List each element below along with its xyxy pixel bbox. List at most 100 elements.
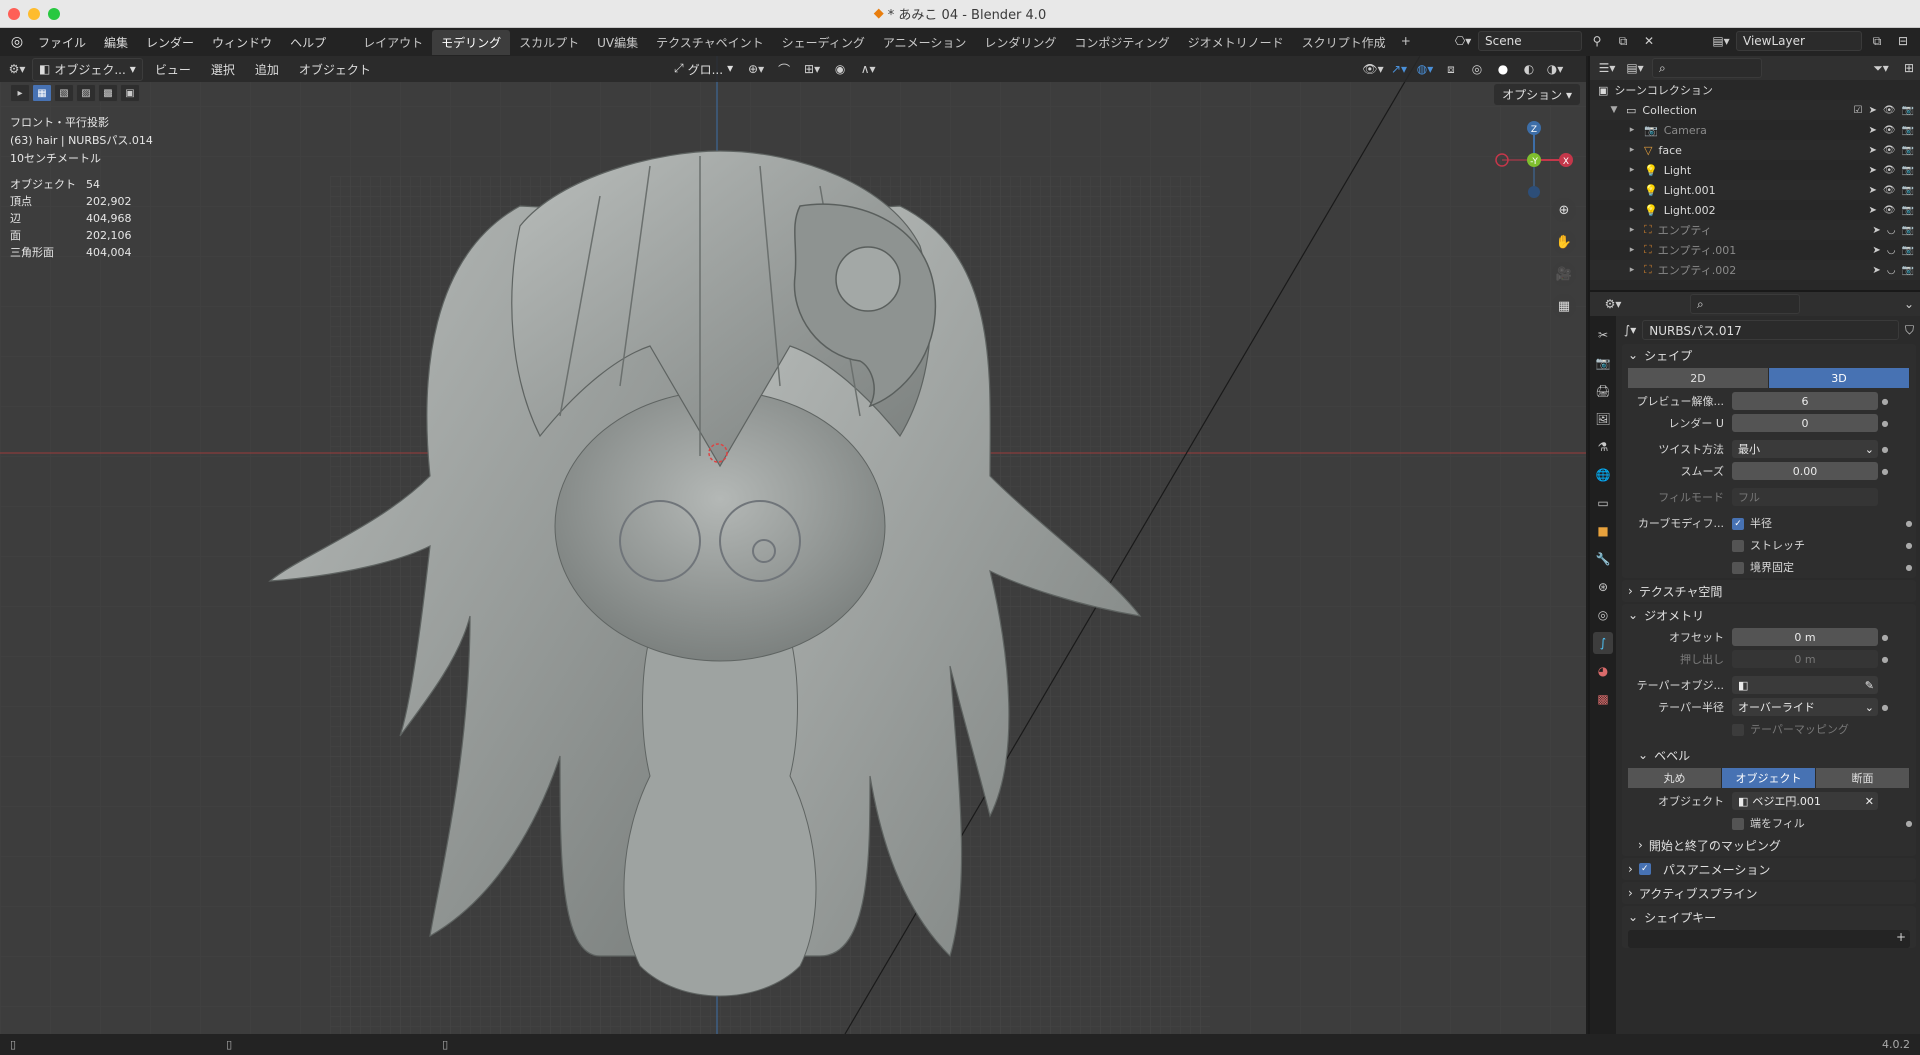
bevel-section-header[interactable]: ⌄ ベベル xyxy=(1622,744,1916,766)
stretch-checkbox[interactable]: ストレッチ xyxy=(1732,537,1805,553)
delete-view-layer-icon[interactable]: ⊟ xyxy=(1892,31,1914,51)
select-subtract-icon[interactable]: ▨ xyxy=(76,84,96,102)
render-icon[interactable]: 📷 xyxy=(1902,265,1914,276)
gizmo-icon[interactable]: ↗▾ xyxy=(1388,59,1410,79)
delete-scene-icon[interactable]: ✕ xyxy=(1638,31,1660,51)
tab-sculpting[interactable]: スカルプト xyxy=(510,30,588,55)
keyframe-dot-icon[interactable]: ● xyxy=(1878,397,1892,406)
falloff-icon[interactable]: ∧▾ xyxy=(857,59,879,79)
keyframe-dot-icon[interactable]: ● xyxy=(1902,563,1916,572)
render-icon[interactable]: 📷 xyxy=(1902,245,1914,256)
eye-icon[interactable]: 👁 xyxy=(1883,125,1896,136)
tab-animation[interactable]: アニメーション xyxy=(874,30,976,55)
collapse-triangle-icon[interactable]: ▸ xyxy=(1626,245,1638,255)
render-tab-icon[interactable]: 📷 xyxy=(1593,352,1613,374)
tool-tab-icon[interactable]: ✂ xyxy=(1593,324,1613,346)
physics-tab-icon[interactable]: ◎ xyxy=(1593,604,1613,626)
smooth-field[interactable]: 0.00 xyxy=(1732,462,1878,480)
data-name-field[interactable]: NURBSパス.017 xyxy=(1642,320,1899,340)
dim-2d-button[interactable]: 2D xyxy=(1628,368,1769,388)
taper-mapping-checkbox[interactable]: テーパーマッピング xyxy=(1732,721,1849,737)
texture-space-header[interactable]: › テクスチャ空間 xyxy=(1622,580,1916,602)
world-tab-icon[interactable]: 🌐 xyxy=(1593,464,1613,486)
render-icon[interactable]: 📷 xyxy=(1902,205,1914,216)
eyedropper-icon[interactable]: ✎ xyxy=(1865,679,1874,692)
outliner-item-face[interactable]: ▸ ▽ face ➤ 👁 📷 xyxy=(1590,140,1920,160)
properties-editor-icon[interactable]: ⚙▾ xyxy=(1602,294,1624,314)
tab-layout[interactable]: レイアウト xyxy=(354,30,432,55)
bevel-object-field[interactable]: ◧ ベジエ円.001 ✕ xyxy=(1732,792,1878,810)
new-collection-icon[interactable]: ⊞ xyxy=(1898,58,1920,78)
bounds-clamp-checkbox[interactable]: 境界固定 xyxy=(1732,559,1794,575)
geometry-section-header[interactable]: ⌄ ジオメトリ xyxy=(1622,604,1916,626)
keyframe-dot-icon[interactable]: ● xyxy=(1878,655,1892,664)
new-scene-icon[interactable]: ⧉ xyxy=(1612,31,1634,51)
view-layer-icon[interactable]: ▤▾ xyxy=(1710,31,1732,51)
tab-scripting[interactable]: スクリプト作成 xyxy=(1293,30,1395,55)
offset-field[interactable]: 0 m xyxy=(1732,628,1878,646)
shape-keys-header[interactable]: ⌄ シェイプキー xyxy=(1622,906,1916,928)
material-shading-icon[interactable]: ◐ xyxy=(1518,59,1540,79)
collapse-triangle-icon[interactable]: ▸ xyxy=(1626,225,1638,235)
object-tab-icon[interactable]: ■ xyxy=(1593,520,1613,542)
overlay-icon[interactable]: ◍▾ xyxy=(1414,59,1436,79)
tab-uv-editing[interactable]: UV編集 xyxy=(588,30,647,55)
add-icon[interactable]: + xyxy=(1896,930,1906,944)
menu-window[interactable]: ウィンドウ xyxy=(204,31,280,54)
snap-target-icon[interactable]: ⊞▾ xyxy=(801,59,823,79)
output-tab-icon[interactable]: 🖨 xyxy=(1593,380,1613,402)
pan-hand-icon[interactable]: ✋ xyxy=(1552,230,1576,254)
checkbox-checked-icon[interactable]: ✓ xyxy=(1638,863,1651,875)
fill-caps-checkbox[interactable]: 端をフィル xyxy=(1732,815,1805,831)
twist-method-select[interactable]: 最小 ⌄ xyxy=(1732,440,1878,458)
bevel-object-button[interactable]: オブジェクト xyxy=(1722,768,1816,788)
eye-icon[interactable]: 👁 xyxy=(1883,105,1896,116)
pivot-icon[interactable]: ⊕▾ xyxy=(745,59,767,79)
outliner-item-light-001[interactable]: ▸ 💡 Light.001 ➤ 👁 📷 xyxy=(1590,180,1920,200)
visibility-icon[interactable]: 👁▾ xyxy=(1362,59,1384,79)
tab-rendering[interactable]: レンダリング xyxy=(975,30,1065,55)
scene-name-field[interactable]: Scene xyxy=(1478,31,1582,51)
navigation-gizmo[interactable]: Z X -Y xyxy=(1494,120,1574,200)
select-icon[interactable]: ➤ xyxy=(1868,145,1876,156)
radius-checkbox[interactable]: ✓ 半径 xyxy=(1732,515,1772,531)
select-icon[interactable]: ➤ xyxy=(1872,225,1880,236)
wireframe-shading-icon[interactable]: ◎ xyxy=(1466,59,1488,79)
mode-dropdown[interactable]: ◧ オブジェク... ▾ xyxy=(32,57,143,81)
path-animation-header[interactable]: › ✓ パスアニメーション xyxy=(1622,858,1916,880)
ortho-grid-icon[interactable]: ▦ xyxy=(1552,294,1576,318)
render-u-field[interactable]: 0 xyxy=(1732,414,1878,432)
tab-compositing[interactable]: コンポジティング xyxy=(1065,30,1178,55)
solid-shading-icon[interactable]: ● xyxy=(1492,59,1514,79)
blender-logo-icon[interactable]: ◎ xyxy=(6,31,28,53)
add-workspace-button[interactable]: + xyxy=(1395,30,1417,55)
fill-mode-select[interactable]: フル xyxy=(1732,488,1878,506)
render-icon[interactable]: 📷 xyxy=(1902,125,1914,136)
select-new-icon[interactable]: ▦ xyxy=(32,84,52,102)
outliner-item-camera[interactable]: ▸ 📷 Camera ➤ 👁 📷 xyxy=(1590,120,1920,140)
eye-closed-icon[interactable]: ◡ xyxy=(1887,265,1896,276)
zoom-window-button[interactable] xyxy=(48,8,60,20)
chevron-down-icon[interactable]: ⌄ xyxy=(1898,294,1920,314)
outliner-search-input[interactable]: ⌕ xyxy=(1652,58,1762,78)
modifier-tab-icon[interactable]: 🔧 xyxy=(1593,548,1613,570)
snap-icon[interactable]: ⌒ xyxy=(773,59,795,79)
tab-modeling[interactable]: モデリング xyxy=(432,29,511,55)
start-end-mapping-header[interactable]: › 開始と終了のマッピング xyxy=(1622,834,1916,856)
keyframe-dot-icon[interactable]: ● xyxy=(1878,703,1892,712)
texture-tab-icon[interactable]: ▩ xyxy=(1593,688,1613,710)
keyframe-dot-icon[interactable]: ● xyxy=(1878,419,1892,428)
scene-collection-row[interactable]: ▣ シーンコレクション xyxy=(1590,80,1920,100)
menu-select[interactable]: 選択 xyxy=(203,59,243,80)
menu-edit[interactable]: 編集 xyxy=(96,31,136,54)
menu-render[interactable]: レンダー xyxy=(138,31,202,54)
transform-orientation-dropdown[interactable]: ⤢ グロ... ▾ xyxy=(668,59,739,80)
menu-view[interactable]: ビュー xyxy=(147,59,199,80)
collapse-triangle-icon[interactable]: ▸ xyxy=(1626,205,1638,215)
particles-tab-icon[interactable]: ⊛ xyxy=(1593,576,1613,598)
collapse-triangle-icon[interactable]: ▸ xyxy=(1626,265,1638,275)
view-layer-name-field[interactable]: ViewLayer xyxy=(1736,31,1862,51)
select-invert-icon[interactable]: ▩ xyxy=(98,84,118,102)
checkbox-icon[interactable]: ☑ xyxy=(1853,105,1862,116)
eye-icon[interactable]: 👁 xyxy=(1883,165,1896,176)
